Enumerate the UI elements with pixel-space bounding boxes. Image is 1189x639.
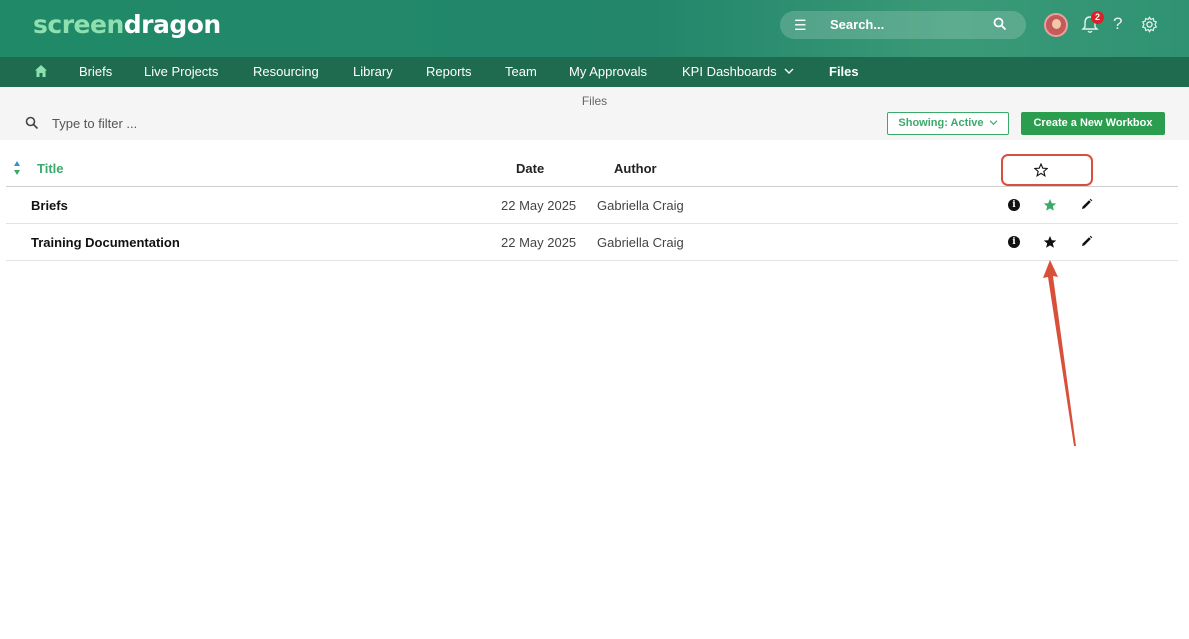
pencil-icon[interactable] — [1080, 235, 1093, 248]
home-icon[interactable] — [34, 64, 48, 78]
row-date: 22 May 2025 — [501, 235, 577, 250]
search-icon[interactable] — [993, 17, 1007, 31]
sort-icon[interactable] — [13, 160, 21, 176]
column-author[interactable]: Author — [614, 161, 657, 176]
annotation-highlight-box — [1001, 154, 1093, 186]
chevron-down-icon — [989, 120, 998, 126]
info-icon[interactable]: i — [1008, 236, 1020, 248]
help-icon[interactable]: ? — [1113, 14, 1122, 34]
star-filled-icon[interactable] — [1043, 198, 1057, 212]
gear-icon[interactable] — [1141, 16, 1158, 33]
nav-my-approvals[interactable]: My Approvals — [569, 64, 647, 79]
nav-kpi-label: KPI Dashboards — [682, 64, 777, 79]
column-title[interactable]: Title — [37, 161, 64, 176]
top-bar: screendragon ☰ Search... 2 ? — [0, 0, 1189, 57]
star-filled-icon[interactable] — [1043, 235, 1057, 249]
nav-files[interactable]: Files — [829, 64, 859, 79]
nav-library[interactable]: Library — [353, 64, 393, 79]
annotation-arrow — [1043, 260, 1076, 446]
search-icon — [25, 116, 39, 130]
screendragon-logo[interactable]: screendragon — [33, 10, 221, 39]
nav-team[interactable]: Team — [505, 64, 537, 79]
column-date[interactable]: Date — [516, 161, 544, 176]
row-author: Gabriella Craig — [597, 198, 684, 213]
table-row[interactable]: Briefs 22 May 2025 Gabriella Craig i — [6, 187, 1178, 224]
nav-resourcing[interactable]: Resourcing — [253, 64, 319, 79]
main-nav: Briefs Live Projects Resourcing Library … — [0, 57, 1189, 87]
pencil-icon[interactable] — [1080, 198, 1093, 211]
nav-reports[interactable]: Reports — [426, 64, 472, 79]
nav-kpi-dashboards[interactable]: KPI Dashboards — [682, 64, 794, 79]
notification-badge: 2 — [1091, 11, 1104, 24]
table-row[interactable]: Training Documentation 22 May 2025 Gabri… — [6, 224, 1178, 261]
files-toolbar: Files Showing: Active Create a New Workb… — [0, 87, 1189, 140]
row-title[interactable]: Briefs — [31, 198, 68, 213]
nav-briefs[interactable]: Briefs — [79, 64, 112, 79]
filter-input[interactable] — [44, 113, 344, 133]
page-title: Files — [581, 94, 608, 108]
create-workbox-button[interactable]: Create a New Workbox — [1021, 112, 1165, 135]
chevron-down-icon — [784, 68, 794, 74]
row-date: 22 May 2025 — [501, 198, 577, 213]
showing-label: Showing: Active — [898, 117, 984, 129]
avatar-face — [1052, 19, 1061, 29]
nav-live-projects[interactable]: Live Projects — [144, 64, 218, 79]
global-search[interactable]: ☰ Search... — [780, 11, 1026, 39]
showing-filter-dropdown[interactable]: Showing: Active — [887, 112, 1009, 135]
row-author: Gabriella Craig — [597, 235, 684, 250]
search-placeholder: Search... — [830, 17, 885, 32]
hamburger-icon[interactable]: ☰ — [794, 17, 807, 34]
info-icon[interactable]: i — [1008, 199, 1020, 211]
row-title[interactable]: Training Documentation — [31, 235, 180, 250]
user-avatar[interactable] — [1044, 13, 1068, 37]
